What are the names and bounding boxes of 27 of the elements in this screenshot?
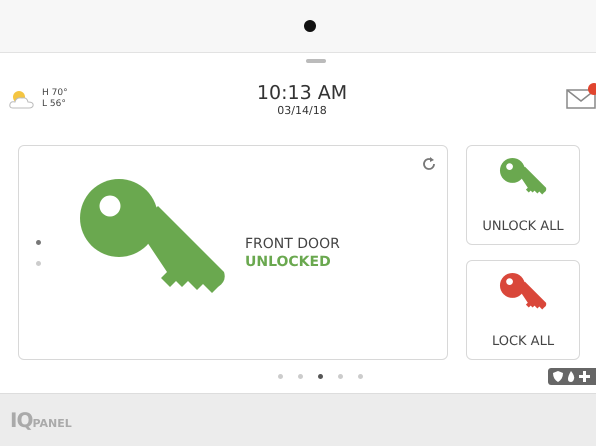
flame-icon [566, 371, 576, 382]
low-temperature: L 56° [42, 99, 67, 110]
logo-word: PANEL [32, 417, 72, 430]
key-action-button[interactable]: UNLOCK ALL [466, 145, 580, 245]
lock-card[interactable]: FRONT DOOR UNLOCKED [18, 145, 448, 360]
logo-mark: IQ [10, 408, 32, 432]
lock-status: UNLOCKED [245, 252, 332, 270]
mail-icon[interactable] [566, 89, 596, 109]
key-action-button[interactable]: LOCK ALL [466, 260, 580, 360]
page-dot[interactable] [36, 240, 41, 244]
partly-cloudy-icon [8, 88, 36, 110]
page-dot[interactable] [358, 374, 362, 378]
pull-down-handle[interactable] [306, 59, 326, 63]
lock-name: FRONT DOOR [245, 234, 340, 252]
page-dot[interactable] [278, 374, 282, 378]
page-dot[interactable] [318, 374, 322, 378]
page-dot[interactable] [36, 260, 41, 266]
plus-icon [579, 371, 590, 382]
status-tray[interactable] [548, 368, 596, 385]
clock-time: 10:13 AM [256, 82, 348, 104]
page-dot[interactable] [298, 374, 302, 378]
page-dot[interactable] [338, 374, 342, 378]
camera-lens [304, 20, 316, 32]
high-temperature: H 70° [42, 88, 68, 99]
clock-date: 03/14/18 [277, 104, 327, 116]
refresh-icon[interactable] [421, 156, 437, 172]
shield-icon [553, 371, 563, 382]
